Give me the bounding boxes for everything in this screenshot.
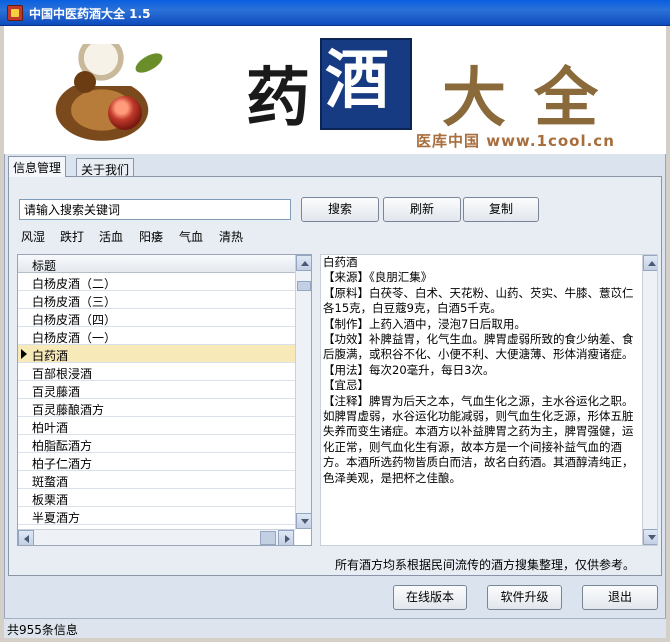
table-row[interactable]: 百灵藤酒 (18, 381, 295, 399)
table-row[interactable]: 百部根浸酒 (18, 363, 295, 381)
table-row-selected[interactable]: 白药酒 (18, 345, 295, 363)
row-label: 柏脂酝酒方 (32, 439, 93, 453)
banner-char-da: 大 (442, 61, 506, 136)
search-button[interactable]: 搜索 (301, 197, 379, 222)
window-title: 中国中医药酒大全 1.5 (29, 7, 151, 21)
scroll-down-icon[interactable] (296, 513, 311, 529)
app-icon (7, 5, 23, 21)
banner-char-quan: 全 (534, 61, 598, 136)
refresh-button[interactable]: 刷新 (383, 197, 461, 222)
recipe-grid[interactable]: 标题 白杨皮酒（二） 白杨皮酒（三） 白杨皮酒（四） 白杨皮酒（一） 白药酒 百… (17, 254, 312, 546)
category-link[interactable]: 风湿 (21, 228, 45, 245)
scroll-left-icon[interactable] (18, 530, 34, 545)
row-label: 半夏酒方 (32, 511, 81, 525)
grid-header[interactable]: 标题 (18, 255, 295, 273)
scroll-up-icon[interactable] (296, 255, 311, 271)
row-label: 柏叶酒 (32, 421, 69, 435)
table-row[interactable]: 白杨皮酒（四） (18, 309, 295, 327)
table-row[interactable]: 柏子仁酒方 (18, 453, 295, 471)
category-link[interactable]: 活血 (99, 228, 123, 245)
disclaimer-note: 所有酒方均系根据民间流传的酒方搜集整理，仅供参考。 (335, 558, 636, 572)
search-input[interactable] (19, 199, 291, 220)
grid-vertical-scrollbar[interactable] (295, 255, 311, 529)
table-row[interactable]: 柏叶酒 (18, 417, 295, 435)
banner-char-yao: 药 (246, 61, 310, 136)
upgrade-button[interactable]: 软件升级 (487, 585, 562, 610)
table-row[interactable]: 白杨皮酒（三） (18, 291, 295, 309)
row-label: 柏子仁酒方 (32, 457, 93, 471)
tab-info-management[interactable]: 信息管理 (8, 156, 67, 177)
tab-about-us[interactable]: 关于我们 (76, 158, 135, 177)
scroll-down-icon[interactable] (643, 529, 657, 545)
row-label: 白杨皮酒（一） (32, 331, 117, 345)
table-row[interactable]: 半夏酒方 (18, 507, 295, 525)
online-version-button[interactable]: 在线版本 (393, 585, 467, 610)
category-link[interactable]: 阳痿 (139, 228, 163, 245)
scroll-right-icon[interactable] (278, 530, 294, 545)
row-label: 白药酒 (32, 349, 69, 363)
row-label: 百灵藤酒 (32, 385, 81, 399)
table-row[interactable]: 斑蝥酒 (18, 471, 295, 489)
category-link[interactable]: 清热 (219, 228, 243, 245)
status-bar: 共955条信息 (4, 618, 666, 638)
banner-char-jiu: 酒 (325, 43, 389, 118)
exit-button[interactable]: 退出 (582, 585, 658, 610)
scroll-up-icon[interactable] (643, 255, 657, 271)
copy-button[interactable]: 复制 (463, 197, 539, 222)
chestnut-icon (74, 71, 96, 93)
banner-brand: 医库中国 www.1cool.cn (416, 132, 615, 150)
category-link[interactable]: 跌打 (60, 228, 84, 245)
banner: 药 酒 大 全 医库中国 www.1cool.cn (4, 26, 666, 154)
record-count: 共955条信息 (7, 623, 78, 637)
row-label: 百灵藤酿酒方 (32, 403, 105, 417)
table-row[interactable]: 白杨皮酒（二） (18, 273, 295, 291)
recipe-detail-text: 白药酒 【来源】《良朋汇集》 【原料】白茯苓、白术、天花粉、山药、芡实、牛膝、薏… (323, 255, 634, 485)
detail-vertical-scrollbar[interactable] (642, 255, 657, 545)
table-row[interactable]: 板栗酒 (18, 489, 295, 507)
recipe-detail[interactable]: 白药酒 【来源】《良朋汇集》 【原料】白茯苓、白术、天花粉、山药、芡实、牛膝、薏… (320, 254, 658, 546)
row-label: 斑蝥酒 (32, 475, 69, 489)
wine-glass-icon (108, 96, 142, 130)
row-label: 白杨皮酒（四） (32, 313, 117, 327)
table-row[interactable]: 白杨皮酒（一） (18, 327, 295, 345)
title-bar: 中国中医药酒大全 1.5 (0, 0, 670, 26)
row-label: 百部根浸酒 (32, 367, 93, 381)
row-label: 白杨皮酒（二） (32, 277, 117, 291)
row-label: 板栗酒 (32, 493, 69, 507)
leaf-icon (132, 49, 166, 77)
row-pointer-icon (21, 349, 27, 359)
row-label: 白杨皮酒（三） (32, 295, 117, 309)
scroll-thumb[interactable] (260, 531, 276, 545)
scroll-thumb[interactable] (297, 281, 311, 291)
category-link[interactable]: 气血 (179, 228, 203, 245)
table-row[interactable]: 百灵藤酿酒方 (18, 399, 295, 417)
grid-horizontal-scrollbar[interactable] (18, 529, 295, 545)
grid-header-title: 标题 (32, 259, 57, 273)
table-row[interactable]: 柏脂酝酒方 (18, 435, 295, 453)
